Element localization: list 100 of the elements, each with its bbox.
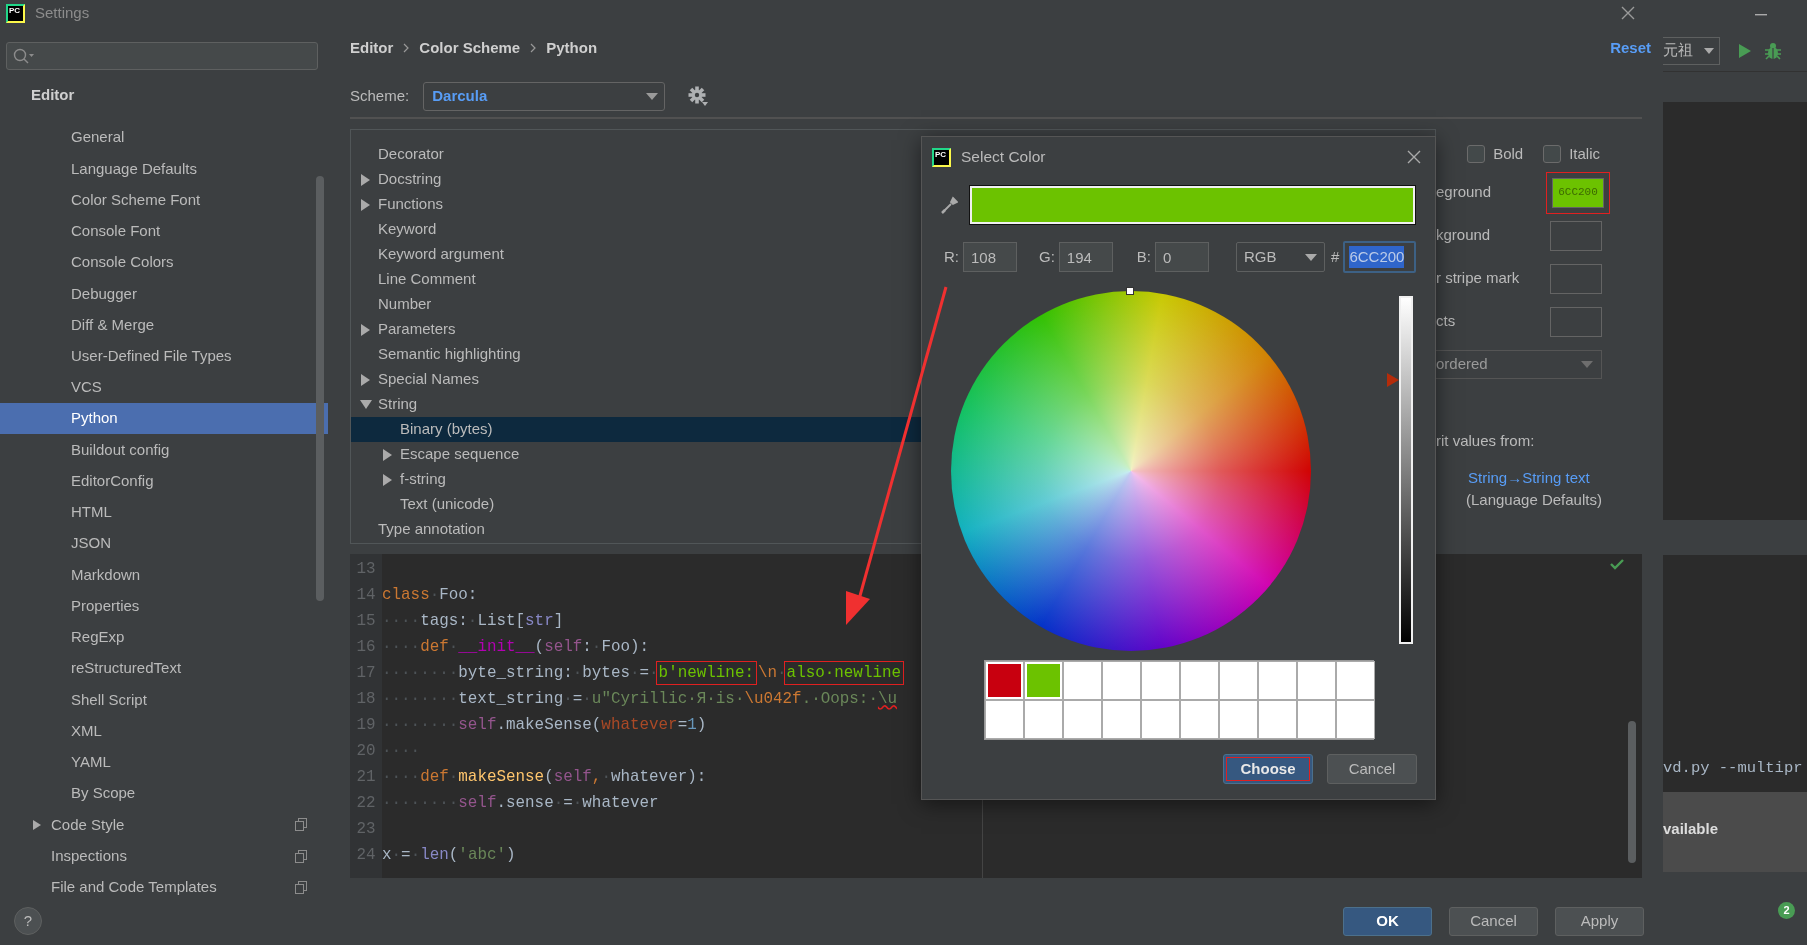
color-swatch[interactable]	[1297, 700, 1336, 739]
footer-button[interactable]: Apply	[1555, 906, 1644, 936]
close-icon[interactable]	[1621, 6, 1635, 20]
sidebar-item[interactable]: File and Code Templates	[0, 871, 328, 897]
sidebar-item[interactable]: JSON	[0, 528, 328, 560]
breadcrumb-item[interactable]: Color Scheme	[419, 36, 521, 60]
sidebar-item[interactable]: Python	[0, 403, 328, 435]
sidebar-item[interactable]: Buildout config	[0, 434, 328, 466]
sidebar-item[interactable]: By Scope	[0, 777, 328, 810]
hex-field[interactable]: 6CC200	[1343, 241, 1417, 273]
code-line: x·=·len('abc')	[382, 845, 516, 867]
breadcrumb-item[interactable]: Editor	[350, 36, 394, 60]
color-swatch[interactable]	[985, 700, 1024, 739]
color-swatch[interactable]	[1141, 700, 1180, 739]
close-icon[interactable]	[1407, 150, 1421, 164]
checkbox[interactable]	[1543, 145, 1562, 163]
tree-item[interactable]: Special Names	[351, 367, 1435, 392]
dialog-button[interactable]: Choose	[1223, 754, 1313, 784]
scrollbar[interactable]	[1628, 721, 1636, 863]
sidebar-item[interactable]: Debugger	[0, 278, 328, 310]
sidebar-item[interactable]: Properties	[0, 590, 328, 622]
color-swatch[interactable]: 6CC200	[1552, 177, 1604, 208]
sidebar-item[interactable]: Diff & Merge	[0, 309, 328, 341]
sidebar-item[interactable]: Console Font	[0, 215, 328, 247]
input-field[interactable]: 0	[1155, 242, 1210, 272]
color-swatch[interactable]	[1219, 700, 1258, 739]
sidebar-item[interactable]: Markdown	[0, 559, 328, 591]
sidebar-item[interactable]: Color Scheme Font	[0, 184, 328, 216]
inherit-link[interactable]: String→String text	[1468, 466, 1590, 489]
color-swatch[interactable]	[1180, 661, 1219, 700]
color-swatch[interactable]	[1180, 700, 1219, 739]
color-swatch[interactable]	[1027, 664, 1060, 697]
wheel-handle[interactable]	[1126, 287, 1134, 295]
color-swatch[interactable]	[1141, 661, 1180, 700]
color-swatch[interactable]	[988, 664, 1021, 697]
color-swatch[interactable]	[1024, 700, 1063, 739]
color-swatch[interactable]	[1550, 306, 1602, 337]
effect-dropdown[interactable]: ordered	[1436, 350, 1602, 379]
color-swatch[interactable]	[1336, 661, 1375, 700]
color-swatch[interactable]	[1219, 661, 1258, 700]
scrollbar[interactable]	[316, 176, 324, 601]
dialog-button[interactable]: Cancel	[1327, 754, 1417, 784]
sidebar-item[interactable]: General	[0, 122, 328, 154]
sidebar-item[interactable]: Code Style	[0, 809, 328, 841]
color-swatch[interactable]	[1102, 661, 1141, 700]
color-swatch[interactable]	[1550, 263, 1602, 294]
option-label: cts	[1436, 311, 1456, 332]
color-swatch[interactable]	[1063, 700, 1102, 739]
help-button[interactable]: ?	[14, 907, 42, 935]
brightness-slider[interactable]	[1385, 296, 1413, 644]
color-swatch[interactable]	[1258, 661, 1297, 700]
tree-item[interactable]: f-string	[351, 467, 1435, 492]
sidebar-item[interactable]: EditorConfig	[0, 465, 328, 497]
scheme-dropdown[interactable]: Darcula	[423, 81, 666, 111]
caret-icon	[1581, 361, 1593, 368]
notification-badge[interactable]: 2	[1778, 902, 1795, 919]
color-swatch[interactable]	[1063, 661, 1102, 700]
sidebar-item[interactable]: YAML	[0, 746, 328, 778]
tree-item[interactable]: Escape sequence	[351, 442, 1435, 467]
tree-item[interactable]: Functions	[351, 192, 1435, 217]
tree-item[interactable]: Parameters	[351, 317, 1435, 342]
window-title: Settings	[35, 2, 90, 23]
app-logo: PC	[6, 3, 25, 23]
sidebar-item[interactable]: Console Colors	[0, 246, 328, 279]
tree-item[interactable]: String	[351, 392, 1435, 417]
color-swatch[interactable]	[1336, 700, 1375, 739]
sidebar-item[interactable]: User-Defined File Types	[0, 340, 328, 372]
tree-item[interactable]: Docstring	[351, 167, 1435, 192]
sidebar-item[interactable]: Language Defaults	[0, 153, 328, 185]
color-swatch[interactable]	[1102, 700, 1141, 739]
input-field[interactable]: 194	[1058, 242, 1113, 272]
mode-dropdown[interactable]: RGB	[1236, 242, 1326, 272]
run-icon[interactable]	[1738, 42, 1752, 59]
reset-link[interactable]: Reset	[1610, 36, 1651, 60]
color-swatch[interactable]	[1297, 661, 1336, 700]
color-swatch[interactable]	[1258, 700, 1297, 739]
sidebar-item[interactable]: Inspections	[0, 840, 328, 872]
app-logo: PC	[932, 147, 951, 167]
search-field[interactable]	[6, 42, 318, 70]
eyedropper-icon[interactable]	[940, 195, 958, 215]
footer-button[interactable]: Cancel	[1449, 906, 1538, 936]
color-swatch[interactable]	[1550, 220, 1602, 251]
breadcrumb-item[interactable]: Python	[546, 36, 598, 60]
minimize-icon[interactable]	[1755, 13, 1767, 17]
sidebar-item[interactable]: VCS	[0, 371, 328, 404]
bug-icon[interactable]	[1764, 41, 1782, 60]
sidebar-item[interactable]: XML	[0, 715, 328, 747]
sidebar-item[interactable]: reStructuredText	[0, 653, 328, 685]
input-field[interactable]: 108	[963, 242, 1017, 272]
run-config-dropdown[interactable]: 元祖	[1663, 36, 1720, 65]
code-line: ····tags:·List[str]	[382, 611, 564, 633]
caret-icon	[1305, 253, 1318, 261]
footer-button[interactable]: OK	[1343, 906, 1432, 936]
sidebar-item[interactable]: HTML	[0, 496, 328, 529]
slider-thumb[interactable]	[1387, 372, 1399, 387]
inherit-label: rit values from:	[1436, 431, 1536, 451]
checkbox[interactable]	[1467, 145, 1486, 163]
sidebar-item[interactable]: RegExp	[0, 621, 328, 653]
settings-icon[interactable]	[687, 85, 710, 107]
sidebar-item[interactable]: Shell Script	[0, 684, 328, 716]
